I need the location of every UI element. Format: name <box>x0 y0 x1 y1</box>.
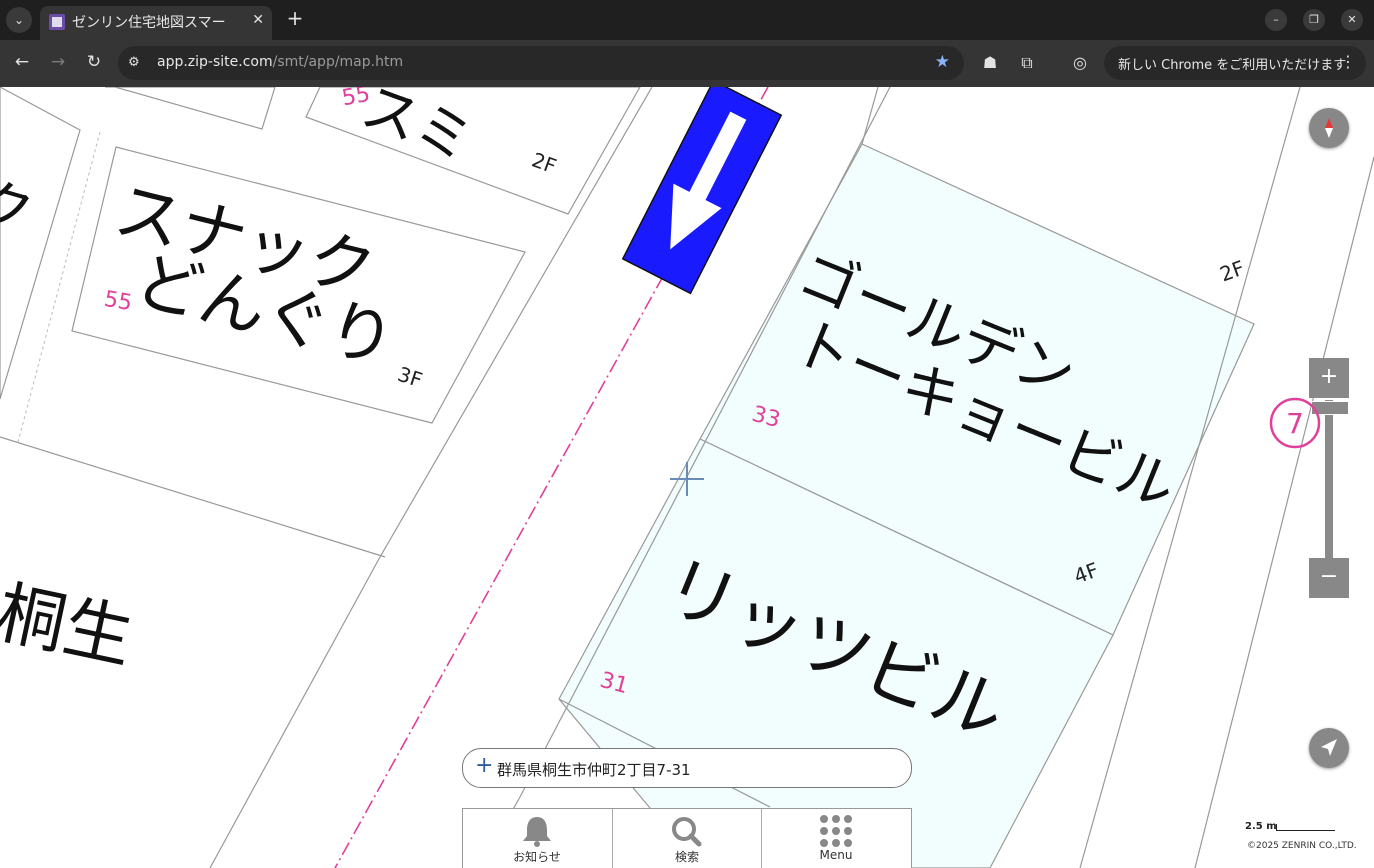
lot-number: 55 <box>102 286 134 317</box>
grid-icon <box>820 815 852 847</box>
menu-button[interactable]: Menu <box>761 809 910 868</box>
navigation-arrow-icon <box>1321 739 1337 756</box>
zoom-slider-track[interactable] <box>1325 400 1333 558</box>
profile-icon[interactable]: ◎ <box>1070 53 1090 72</box>
zoom-in-button[interactable]: + <box>1309 358 1349 398</box>
zoom-out-button[interactable]: − <box>1309 558 1349 598</box>
parcel-top-left <box>105 87 276 130</box>
close-icon[interactable]: ✕ <box>252 12 264 28</box>
back-arrow-icon[interactable]: ← <box>10 52 34 72</box>
extensions-puzzle-icon[interactable]: ⧉ <box>1017 53 1037 73</box>
one-way-arrow-sign <box>621 87 783 295</box>
scale-label: 2.5 m <box>1245 821 1277 832</box>
restore-icon[interactable]: ❐ <box>1303 9 1325 31</box>
zenrin-favicon-icon <box>49 14 65 30</box>
map-canvas[interactable]: スナック どんぐり ゴールデン トーキョービル リッツビル 桐生 スミ ク 55… <box>0 87 1374 868</box>
current-location-button[interactable] <box>1309 728 1349 768</box>
map-crosshair-vertical <box>686 462 688 496</box>
reload-icon[interactable]: ↻ <box>82 52 106 72</box>
scale-bar <box>1276 824 1335 831</box>
url-host: app.zip-site.com <box>157 54 273 70</box>
window-close-icon[interactable]: ✕ <box>1341 9 1363 31</box>
search-icon <box>672 817 702 847</box>
address-text: 群馬県桐生市仲町2丁目7-31 <box>497 761 691 779</box>
extension-avatar-icon[interactable]: ☗ <box>980 53 1000 72</box>
new-tab-button[interactable]: + <box>282 6 308 30</box>
search-button[interactable]: 検索 <box>612 809 761 868</box>
tab-title: ゼンリン住宅地図スマー <box>72 15 226 31</box>
forward-arrow-icon[interactable]: → <box>46 52 70 72</box>
tab-zenrin-map[interactable]: ゼンリン住宅地図スマー ✕ <box>40 6 272 40</box>
address-bar[interactable]: ⚙ app.zip-site.com/smt/app/map.htm ★ <box>118 46 964 80</box>
address-display[interactable]: + 群馬県桐生市仲町2丁目7-31 <box>462 748 912 788</box>
tab-strip: ⌄ ゼンリン住宅地図スマー ✕ + – ❐ ✕ <box>0 0 1374 40</box>
zoom-level-text: 7 <box>1286 407 1304 440</box>
browser-toolbar: ← → ↻ ⚙ app.zip-site.com/smt/app/map.htm… <box>0 40 1374 87</box>
tab-search-button[interactable]: ⌄ <box>6 7 32 33</box>
minimize-icon[interactable]: – <box>1265 9 1287 31</box>
site-settings-icon[interactable]: ⚙ <box>128 55 140 70</box>
notice-button[interactable]: お知らせ <box>463 809 611 868</box>
compass-button[interactable] <box>1309 108 1349 148</box>
url-text: app.zip-site.com/smt/app/map.htm <box>157 54 403 70</box>
search-label: 検索 <box>674 850 699 864</box>
copyright-text: ©2025 ZENRIN CO.,LTD. <box>1247 841 1357 851</box>
chevron-down-icon: ⌄ <box>13 13 25 27</box>
bottom-menu-bar: お知らせ 検索 Menu <box>462 808 912 868</box>
compass-needle-icon <box>1325 118 1333 138</box>
bell-icon <box>523 817 551 847</box>
zoom-level-marker: 7 <box>1269 397 1321 449</box>
notice-label: お知らせ <box>513 850 561 864</box>
url-path: /smt/app/map.htm <box>272 54 404 70</box>
chrome-update-button[interactable]: 新しい Chrome をご利用いただけます ⋮ <box>1104 46 1366 80</box>
menu-label: Menu <box>819 848 853 862</box>
bookmark-star-icon[interactable]: ★ <box>935 52 950 72</box>
crosshair-plus-icon: + <box>475 753 494 778</box>
more-menu-icon[interactable]: ⋮ <box>1340 52 1356 71</box>
update-text: 新しい Chrome をご利用いただけます <box>1118 58 1347 73</box>
